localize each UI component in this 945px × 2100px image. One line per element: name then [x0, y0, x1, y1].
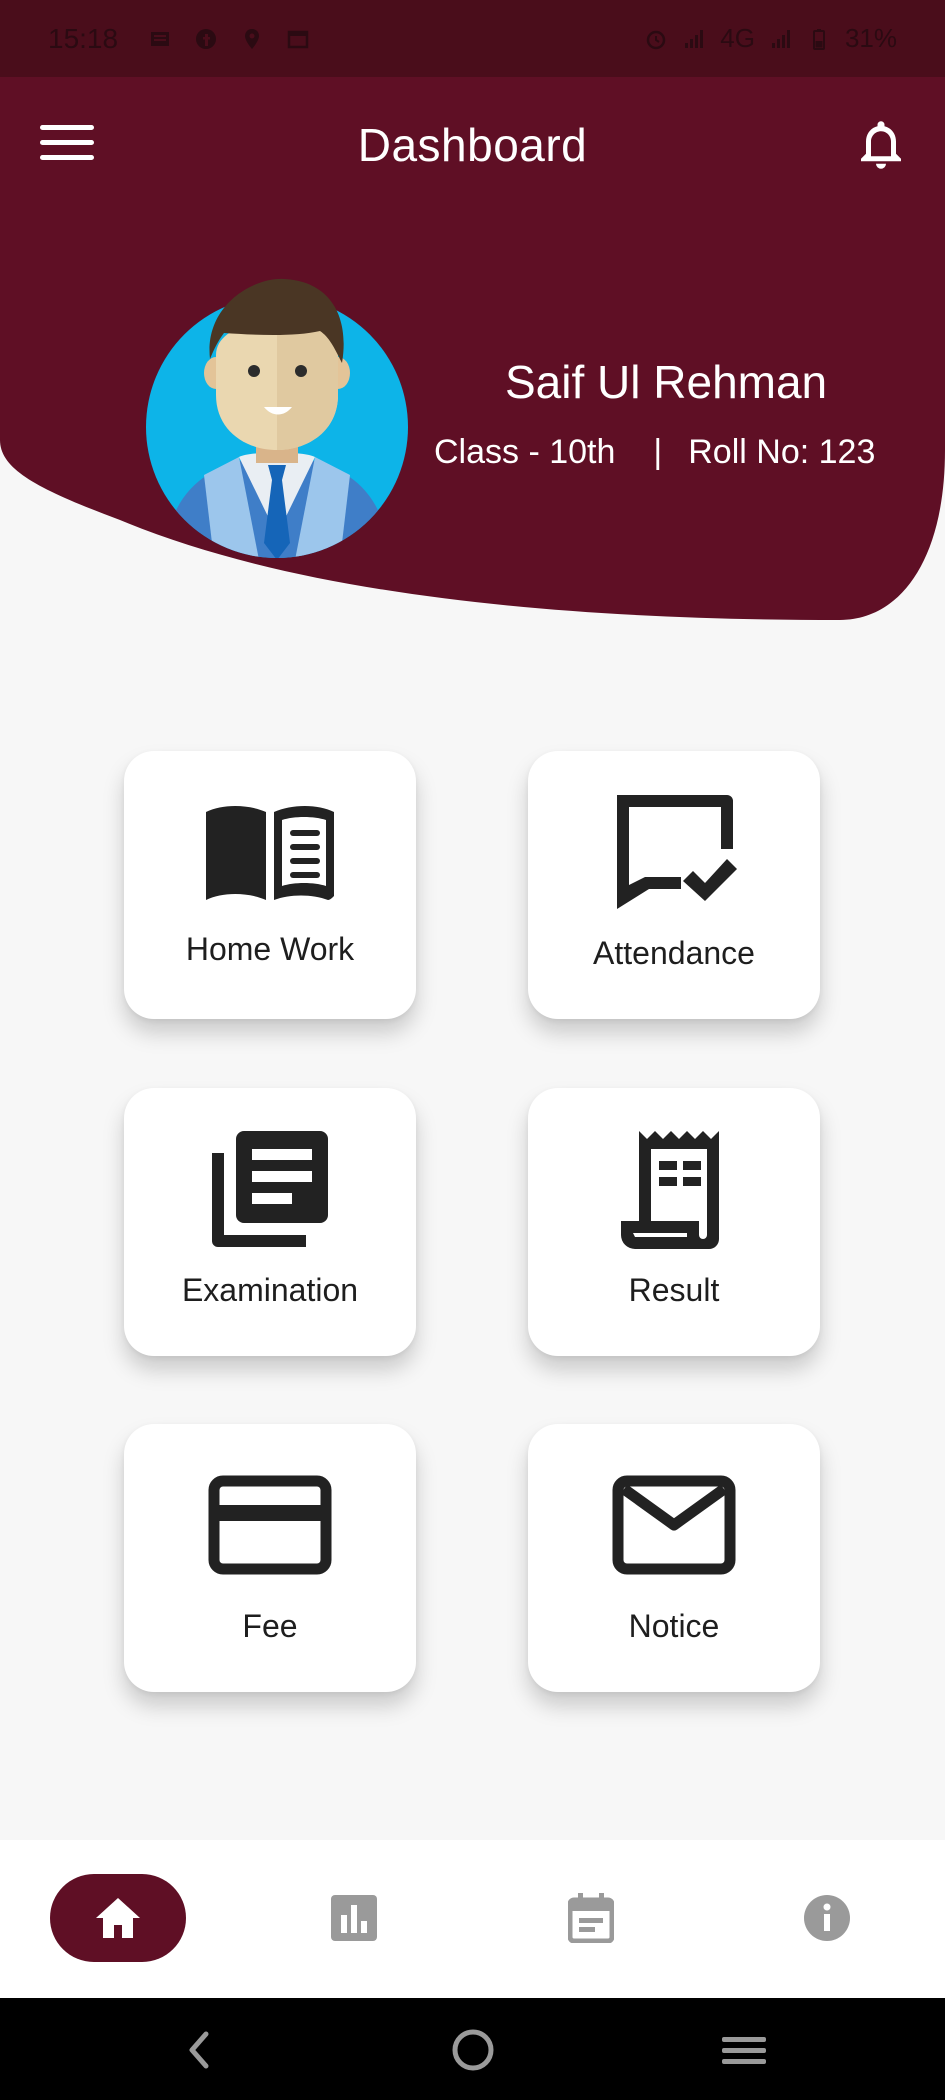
card-fee[interactable]: Fee [124, 1424, 416, 1692]
credit-card-icon [208, 1475, 332, 1575]
avatar [146, 278, 408, 558]
card-examination[interactable]: Examination [124, 1088, 416, 1356]
status-notification-icons [148, 27, 310, 51]
card-icon-wrap [604, 1460, 744, 1590]
bar-chart-icon [331, 1895, 377, 1941]
card-attendance[interactable]: Attendance [528, 751, 820, 1019]
notification-bell-icon[interactable] [851, 113, 911, 177]
nav-info[interactable] [783, 1874, 871, 1962]
status-time: 15:18 [48, 22, 119, 54]
bottom-nav [0, 1840, 945, 1998]
card-label-result: Result [628, 1272, 720, 1308]
card-label-attendance: Attendance [593, 935, 755, 971]
chat-check-icon [617, 795, 737, 909]
system-navigation-bar [0, 1998, 945, 2100]
card-icon-wrap [604, 1124, 744, 1254]
location-icon [245, 28, 260, 49]
home-circle-icon[interactable] [443, 2020, 503, 2080]
student-class: Class - 10th [434, 433, 616, 471]
card-label-fee: Fee [242, 1608, 298, 1644]
student-info: Class - 10th | Roll No: 123 [434, 433, 875, 472]
info-separator: | [653, 433, 663, 471]
message-icon [151, 31, 170, 46]
card-icon-wrap [200, 787, 340, 917]
signal-icon [685, 29, 704, 48]
card-label-examination: Examination [181, 1272, 359, 1308]
status-bar: 15:18 4G 31% [0, 0, 945, 77]
menu-button[interactable] [40, 125, 94, 165]
library-books-icon [212, 1131, 328, 1247]
open-book-icon [206, 806, 334, 900]
app-bar: Dashboard [0, 77, 945, 213]
nav-calendar[interactable] [547, 1874, 635, 1962]
back-icon[interactable] [170, 2020, 230, 2080]
card-label-home-work: Home Work [185, 931, 355, 967]
calendar-icon [568, 1893, 614, 1943]
student-name: Saif Ul Rehman [505, 356, 828, 408]
home-icon [96, 1898, 140, 1938]
student-roll: Roll No: 123 [688, 433, 876, 471]
card-label-notice: Notice [628, 1608, 720, 1644]
menu-icon-line [40, 140, 94, 145]
nav-stats[interactable] [310, 1874, 398, 1962]
card-icon-wrap [200, 1124, 340, 1254]
signal-2-icon [771, 29, 790, 48]
status-right: 4G 31% [644, 23, 897, 54]
alarm-icon [647, 30, 666, 49]
card-result[interactable]: Result [528, 1088, 820, 1356]
card-notice[interactable]: Notice [528, 1424, 820, 1692]
receipt-icon [621, 1131, 719, 1249]
battery-icon [812, 28, 825, 50]
nav-home[interactable] [50, 1874, 186, 1962]
card-home-work[interactable]: Home Work [124, 751, 416, 1019]
battery-percent: 31% [844, 23, 897, 53]
menu-icon [40, 125, 94, 130]
network-type: 4G [720, 23, 755, 53]
recents-icon[interactable] [714, 2020, 774, 2080]
card-icon-wrap [604, 787, 744, 917]
info-icon [804, 1895, 850, 1941]
calendar-small-icon [287, 30, 309, 48]
mail-icon [612, 1475, 736, 1575]
menu-icon-line [40, 155, 94, 160]
page-title: Dashboard [357, 119, 588, 171]
card-icon-wrap [200, 1460, 340, 1590]
facebook-icon [196, 28, 217, 49]
